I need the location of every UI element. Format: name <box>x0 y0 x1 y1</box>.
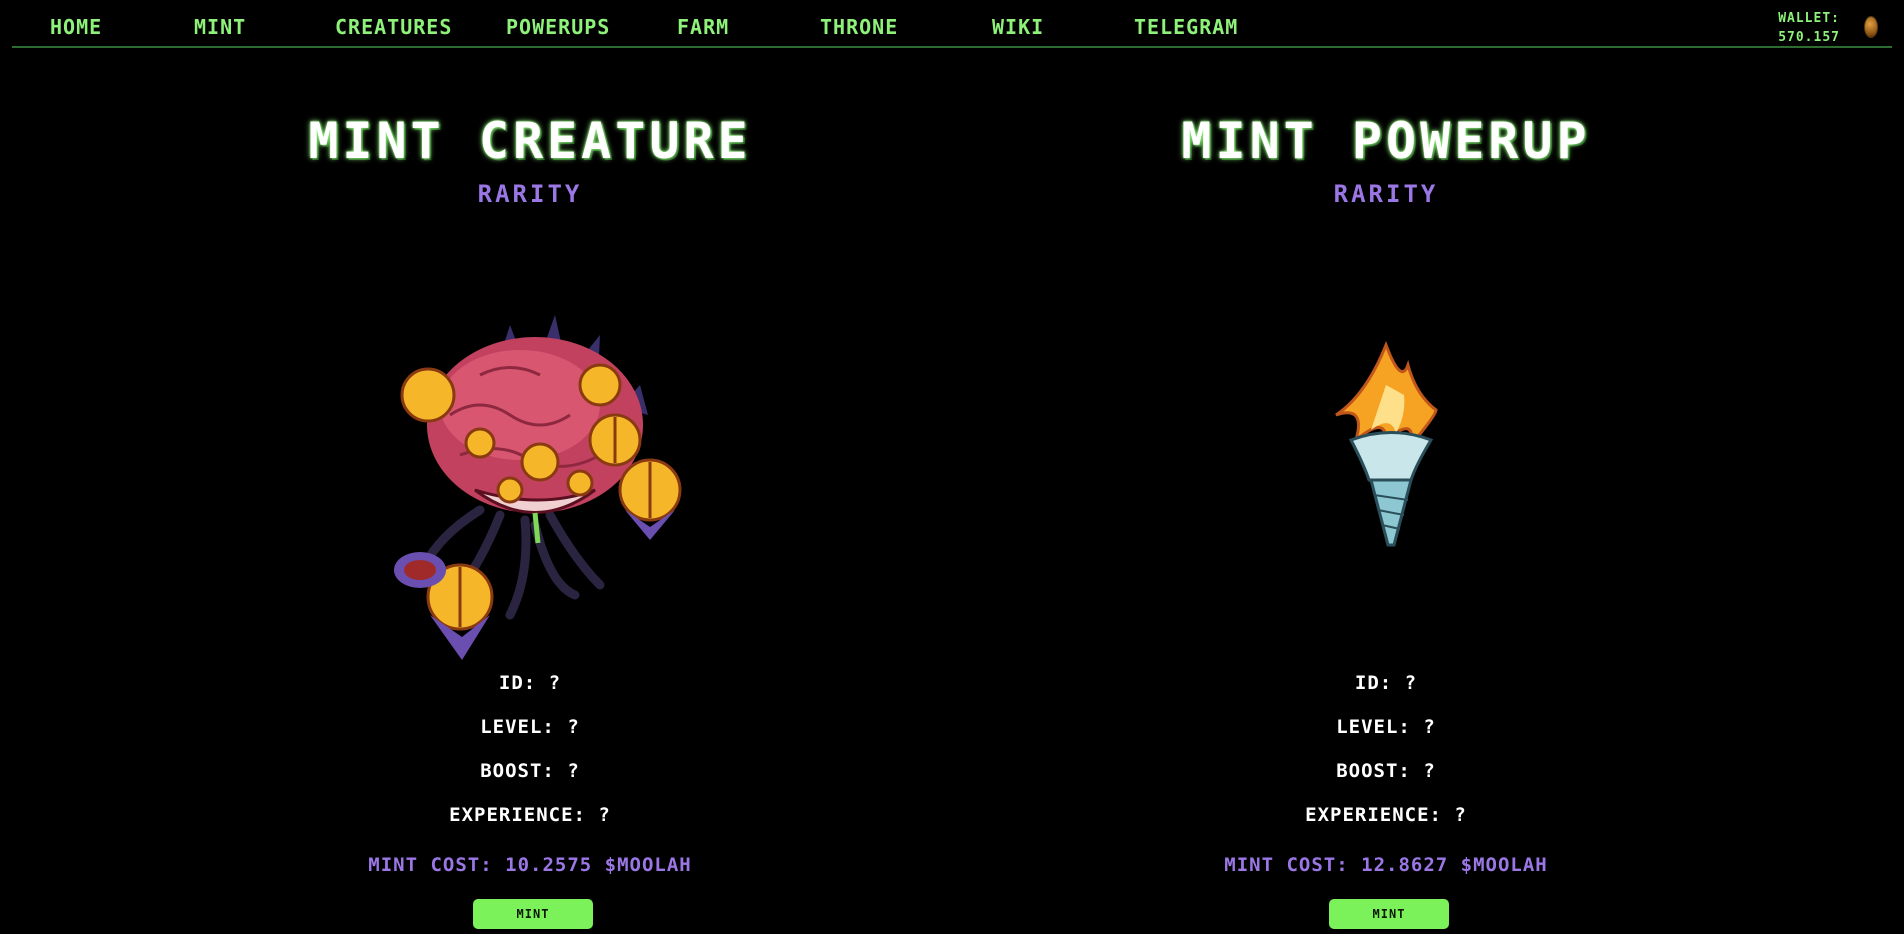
powerup-level: LEVEL: ? <box>1036 716 1736 738</box>
mint-creature-panel: MINT CREATURE RARITY ID: ? LEVEL: ? BOOS… <box>180 100 880 934</box>
powerup-id: ID: ? <box>1036 672 1736 694</box>
mint-powerup-panel: MINT POWERUP RARITY ID: ? LEVEL: ? BOOST… <box>1036 100 1736 934</box>
nav-wiki[interactable]: WIKI <box>992 15 1044 39</box>
wallet-balance[interactable]: WALLET: 570.157 <box>1778 9 1840 47</box>
creature-level-value: ? <box>567 716 580 738</box>
powerup-cost-value: 12.8627 $MOOLAH <box>1361 854 1548 876</box>
creature-mint-cost: MINT COST: 10.2575 $MOOLAH <box>180 854 880 876</box>
creature-boost-label: BOOST: <box>480 760 555 782</box>
creature-boost-value: ? <box>567 760 580 782</box>
nav-telegram[interactable]: TELEGRAM <box>1134 15 1238 39</box>
powerup-id-value: ? <box>1404 672 1418 694</box>
creature-id-value: ? <box>548 672 562 694</box>
powerup-experience-value: ? <box>1454 804 1467 826</box>
creature-rarity: RARITY <box>477 180 583 208</box>
powerup-experience: EXPERIENCE: ? <box>1036 804 1736 826</box>
nav-home[interactable]: HOME <box>50 15 102 39</box>
creature-level: LEVEL: ? <box>180 716 880 738</box>
creature-id-label: ID: <box>498 672 537 694</box>
powerup-mint-cost: MINT COST: 12.8627 $MOOLAH <box>1036 854 1736 876</box>
creature-title: MINT CREATURE <box>308 112 752 170</box>
powerup-image <box>1335 340 1438 547</box>
powerup-level-value: ? <box>1423 716 1436 738</box>
nav-farm[interactable]: FARM <box>677 15 729 39</box>
creature-cost-label: MINT COST: <box>368 854 493 876</box>
powerup-title: MINT POWERUP <box>1181 112 1591 170</box>
coin-icon <box>1864 16 1878 38</box>
creature-image <box>394 315 682 660</box>
powerup-boost-value: ? <box>1423 760 1436 782</box>
powerup-boost-label: BOOST: <box>1336 760 1411 782</box>
creature-experience-label: EXPERIENCE: <box>449 804 586 826</box>
powerup-id-label: ID: <box>1354 672 1393 694</box>
creature-experience-value: ? <box>598 804 611 826</box>
powerup-boost: BOOST: ? <box>1036 760 1736 782</box>
powerup-level-label: LEVEL: <box>1336 716 1411 738</box>
nav-mint[interactable]: MINT <box>194 15 246 39</box>
wallet-value: 570.157 <box>1778 30 1840 45</box>
nav-throne[interactable]: THRONE <box>820 15 898 39</box>
creature-boost: BOOST: ? <box>180 760 880 782</box>
powerup-cost-label: MINT COST: <box>1224 854 1349 876</box>
wallet-label: WALLET: <box>1778 11 1840 26</box>
mint-powerup-button[interactable]: MINT <box>1329 899 1449 929</box>
creature-cost-value: 10.2575 $MOOLAH <box>505 854 692 876</box>
nav-powerups[interactable]: POWERUPS <box>506 15 610 39</box>
mint-creature-button[interactable]: MINT <box>473 899 593 929</box>
creature-id: ID: ? <box>180 672 880 694</box>
powerup-experience-label: EXPERIENCE: <box>1305 804 1442 826</box>
nav-creatures[interactable]: CREATURES <box>335 15 452 39</box>
top-nav: HOME MINT CREATURES POWERUPS FARM THRONE… <box>12 0 1892 48</box>
powerup-rarity: RARITY <box>1333 180 1439 208</box>
creature-experience: EXPERIENCE: ? <box>180 804 880 826</box>
creature-level-label: LEVEL: <box>480 716 555 738</box>
